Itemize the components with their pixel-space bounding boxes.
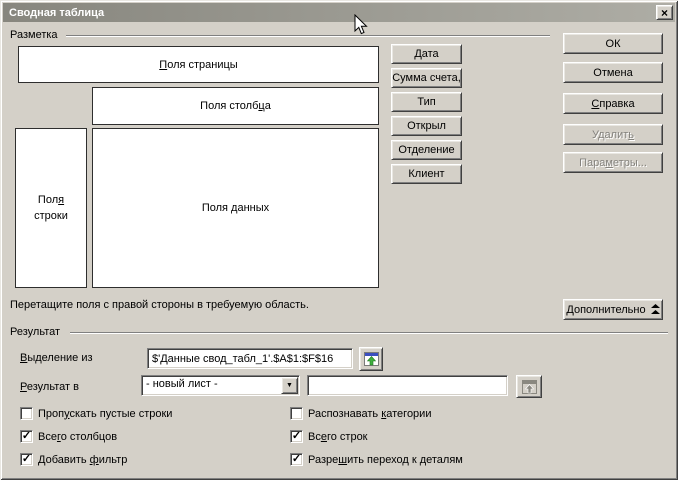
- help-button-label: Справка: [591, 98, 634, 110]
- field-button-label: Дата: [414, 48, 438, 60]
- checkbox-box: ✓: [290, 407, 303, 420]
- field-button-opened-by[interactable]: Открыл: [391, 116, 462, 136]
- mouse-cursor: [354, 14, 368, 35]
- result-group-separator: [70, 332, 668, 334]
- cancel-button[interactable]: Отмена: [563, 62, 663, 83]
- shrink-selection-button[interactable]: [359, 347, 383, 371]
- row-fields-area[interactable]: Поля строки: [15, 128, 87, 288]
- delete-button-label: Удалить: [592, 129, 634, 141]
- ok-button-label: ОК: [606, 38, 621, 50]
- field-button-label: Открыл: [407, 120, 446, 132]
- checkbox-box: ✓: [20, 407, 33, 420]
- selection-range-input[interactable]: [147, 348, 353, 369]
- options-button-label: Параметры...: [579, 157, 647, 169]
- result-group-label: Результат: [10, 326, 60, 338]
- checkbox-label: Всего строк: [308, 431, 368, 443]
- options-button[interactable]: Параметры...: [563, 152, 663, 173]
- field-button-label: Клиент: [408, 168, 444, 180]
- layout-group-label: Разметка: [10, 29, 58, 41]
- checkbox-total-rows[interactable]: ✓ Всего строк: [290, 429, 368, 444]
- more-button[interactable]: Дополнительно: [563, 299, 663, 320]
- checkbox-box: ✓: [290, 430, 303, 443]
- shrink-destination-button[interactable]: [516, 375, 542, 398]
- checkbox-total-columns[interactable]: ✓ Всего столбцов: [20, 429, 117, 444]
- checkbox-box: ✓: [290, 453, 303, 466]
- collapse-up-icon: [651, 304, 660, 315]
- field-button-invoice-sum[interactable]: Сумма счета,: [391, 68, 462, 88]
- checkbox-label: Всего столбцов: [38, 431, 117, 443]
- destination-combobox-value: - новый лист -: [142, 376, 280, 395]
- field-button-label: Сумма счета,: [392, 72, 461, 84]
- cancel-button-label: Отмена: [593, 67, 632, 79]
- field-button-label: Тип: [417, 96, 435, 108]
- result-to-label: Результат в: [20, 381, 79, 393]
- checkbox-label: Разрешить переход к деталям: [308, 454, 463, 466]
- close-button[interactable]: ×: [656, 5, 673, 20]
- row-fields-label: Поля строки: [24, 192, 78, 225]
- help-button[interactable]: Справка: [563, 93, 663, 114]
- column-fields-label: Поля столбца: [200, 100, 271, 112]
- combobox-dropdown-button[interactable]: ▼: [281, 377, 298, 394]
- check-icon: ✓: [292, 454, 301, 465]
- window-title: Сводная таблица: [9, 7, 104, 19]
- field-button-label: Отделение: [398, 144, 454, 156]
- more-button-label: Дополнительно: [566, 304, 645, 316]
- checkbox-label: Распознавать категории: [308, 408, 431, 420]
- field-button-department[interactable]: Отделение: [391, 140, 462, 160]
- shrink-icon: [364, 352, 379, 366]
- field-button-type[interactable]: Тип: [391, 92, 462, 112]
- delete-button[interactable]: Удалить: [563, 124, 663, 145]
- checkbox-skip-empty-rows[interactable]: ✓ Пропускать пустые строки: [20, 406, 172, 421]
- destination-combobox[interactable]: - новый лист - ▼: [141, 375, 300, 396]
- ok-button[interactable]: ОК: [563, 33, 663, 54]
- checkbox-box: ✓: [20, 430, 33, 443]
- data-fields-label: Поля данных: [202, 202, 269, 214]
- chevron-down-icon: ▼: [286, 382, 293, 389]
- close-icon: ×: [661, 7, 668, 19]
- drag-hint-text: Перетащите поля с правой стороны в требу…: [10, 299, 309, 311]
- titlebar[interactable]: Сводная таблица: [3, 3, 675, 22]
- layout-group-separator: [66, 35, 550, 37]
- field-button-client[interactable]: Клиент: [391, 164, 462, 184]
- page-fields-area[interactable]: Поля страницы: [18, 46, 379, 83]
- checkbox-add-filter[interactable]: ✓ Добавить фильтр: [20, 452, 127, 467]
- checkbox-label: Добавить фильтр: [38, 454, 127, 466]
- check-icon: ✓: [22, 431, 31, 442]
- data-fields-area[interactable]: Поля данных: [92, 128, 379, 288]
- field-button-date[interactable]: Дата: [391, 44, 462, 64]
- checkbox-label: Пропускать пустые строки: [38, 408, 172, 420]
- checkbox-identify-categories[interactable]: ✓ Распознавать категории: [290, 406, 431, 421]
- column-fields-area[interactable]: Поля столбца: [92, 87, 379, 125]
- check-icon: ✓: [22, 454, 31, 465]
- check-icon: ✓: [292, 431, 301, 442]
- destination-input[interactable]: [307, 375, 508, 396]
- pivot-table-dialog: Сводная таблица × Разметка Поля страницы…: [0, 0, 678, 480]
- shrink-icon-disabled: [522, 380, 537, 394]
- checkbox-box: ✓: [20, 453, 33, 466]
- page-fields-label: Поля страницы: [159, 59, 237, 71]
- selection-from-label: Выделение из: [20, 352, 93, 364]
- checkbox-enable-drill-to-details[interactable]: ✓ Разрешить переход к деталям: [290, 452, 463, 467]
